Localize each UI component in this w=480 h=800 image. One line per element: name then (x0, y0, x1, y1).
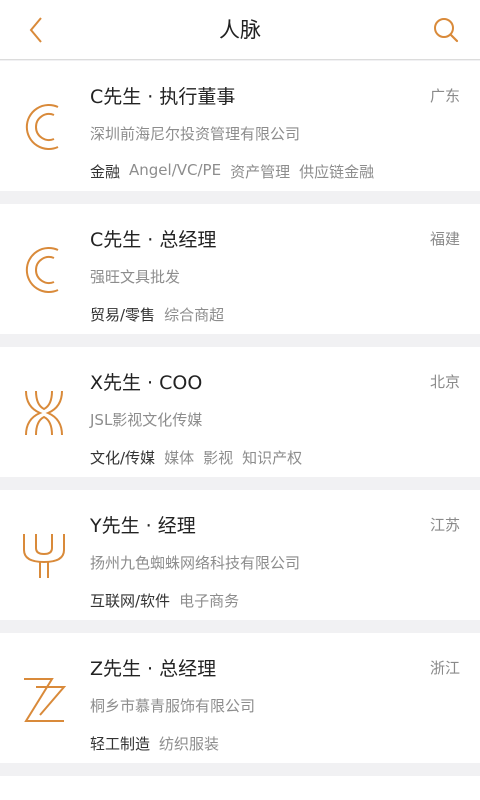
industry-tags: 互联网/软件 电子商务 (90, 590, 239, 611)
industry-tag: 影视 (203, 449, 234, 467)
contact-region: 江苏 (429, 516, 460, 534)
contact-name: Y先生 · 经理 (90, 515, 196, 537)
industry-tag: 综合商超 (164, 306, 225, 324)
contact-name: X先生 · COO (90, 372, 203, 394)
contact-region: 浙江 (429, 659, 460, 677)
industry-tag-primary: 金融 (90, 163, 121, 181)
contact-card[interactable]: C先生 · 执行董事 广东 深圳前海尼尔投资管理有限公司 金融 Angel/VC… (0, 61, 480, 191)
industry-tag: 纺织服装 (159, 735, 220, 753)
contact-card[interactable]: Z先生 · 总经理 浙江 桐乡市慕青服饰有限公司 轻工制造 纺织服装 (0, 633, 480, 763)
contact-company: 深圳前海尼尔投资管理有限公司 (90, 125, 301, 143)
search-button[interactable] (430, 14, 462, 46)
letter-y-logo (23, 534, 65, 578)
contact-company: 强旺文具批发 (90, 268, 181, 286)
contact-name: Z先生 · 总经理 (90, 658, 217, 680)
contact-region: 福建 (429, 230, 460, 248)
industry-tags: 金融 Angel/VC/PE 资产管理 供应链金融 (90, 161, 374, 182)
industry-tag-primary: 互联网/软件 (90, 592, 171, 610)
contact-region: 北京 (429, 373, 460, 391)
industry-tags: 轻工制造 纺织服装 (90, 733, 219, 754)
industry-tag: Angel/VC/PE (129, 161, 222, 179)
contact-company: 桐乡市慕青服饰有限公司 (90, 697, 256, 715)
contact-company: JSL影视文化传媒 (90, 411, 203, 429)
contact-card[interactable]: X先生 · COO 北京 JSL影视文化传媒 文化/传媒 媒体 影视 知识产权 (0, 347, 480, 477)
industry-tag: 电子商务 (179, 592, 240, 610)
contact-name: C先生 · 执行董事 (90, 86, 236, 108)
industry-tags: 文化/传媒 媒体 影视 知识产权 (90, 447, 302, 468)
contact-company: 扬州九色蜘蛛网络科技有限公司 (90, 554, 301, 572)
industry-tag-primary: 文化/传媒 (90, 449, 156, 467)
letter-c-logo (25, 104, 59, 150)
letter-z-logo (24, 678, 67, 722)
page-title: 人脉 (219, 18, 261, 42)
industry-tag: 供应链金融 (299, 163, 375, 181)
letter-x-logo (25, 390, 63, 436)
contact-card[interactable]: C先生 · 总经理 福建 强旺文具批发 贸易/零售 综合商超 (0, 204, 480, 334)
contact-region: 广东 (429, 87, 460, 105)
letter-c-logo (25, 247, 59, 293)
industry-tag-primary: 轻工制造 (90, 735, 151, 753)
contact-card[interactable] (0, 776, 480, 800)
top-nav-bar: 人脉 (0, 0, 480, 60)
industry-tags: 贸易/零售 综合商超 (90, 304, 224, 325)
contact-name: C先生 · 总经理 (90, 229, 217, 251)
industry-tag: 资产管理 (230, 163, 291, 181)
search-icon (434, 18, 459, 43)
industry-tag: 知识产权 (242, 449, 303, 467)
industry-tag-primary: 贸易/零售 (90, 306, 156, 324)
contact-card[interactable]: Y先生 · 经理 江苏 扬州九色蜘蛛网络科技有限公司 互联网/软件 电子商务 (0, 490, 480, 620)
industry-tag: 媒体 (164, 449, 195, 467)
